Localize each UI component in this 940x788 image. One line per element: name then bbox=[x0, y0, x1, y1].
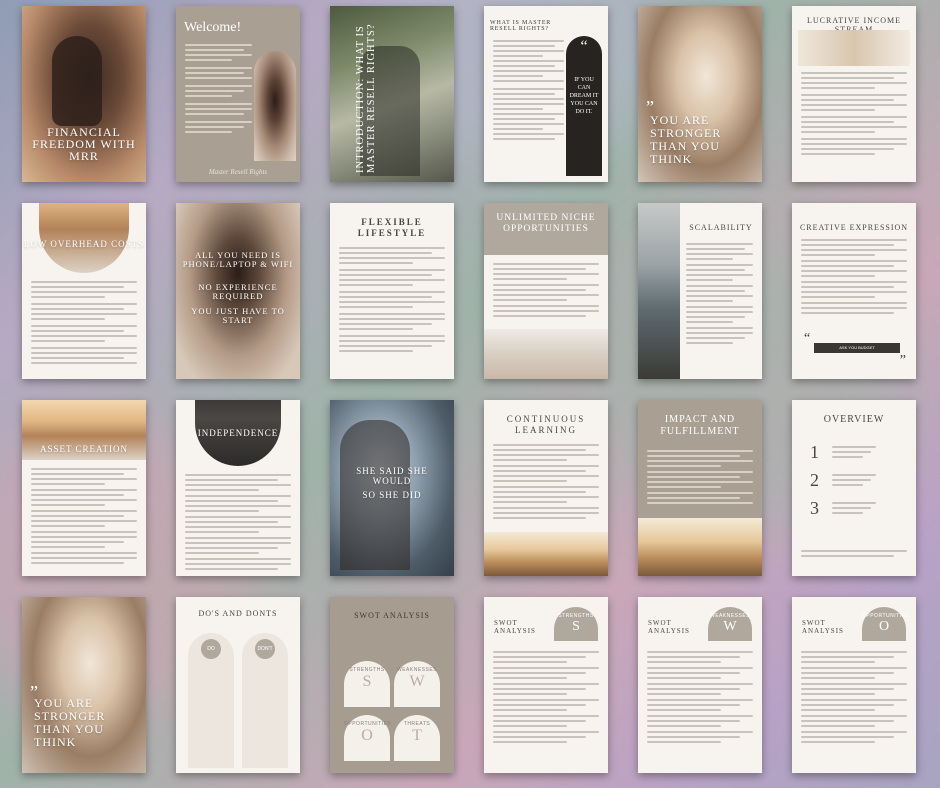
headline-1: ALL YOU NEED IS PHONE/LAPTOP & WIFI bbox=[182, 250, 294, 269]
page-title: SWOT ANALYSIS bbox=[354, 611, 430, 620]
circle-photo bbox=[39, 203, 129, 273]
page-title: SWOT ANALYSIS bbox=[802, 619, 844, 635]
page-continuous-learning[interactable]: CONTINUOUS LEARNING bbox=[484, 400, 608, 576]
dont-column: DON'T bbox=[242, 633, 288, 768]
page-title: FLEXIBLE LIFESTYLE bbox=[357, 217, 427, 238]
page-lucrative-income[interactable]: LUCRATIVE INCOME STREAM bbox=[792, 6, 916, 182]
page-title: SCALABILITY bbox=[689, 223, 753, 232]
do-column: DO bbox=[188, 633, 234, 768]
page-title: DO'S AND DONTS bbox=[198, 609, 278, 618]
body-text bbox=[493, 444, 599, 522]
page-independence[interactable]: INDEPENDENCE bbox=[176, 400, 300, 576]
page-swot-weaknesses[interactable]: SWOT ANALYSIS WEAKNESSES W bbox=[638, 597, 762, 773]
body-text bbox=[493, 263, 599, 320]
body-text bbox=[686, 243, 753, 347]
page-title: INTRODUCTION: WHAT IS MASTER RESELL RIGH… bbox=[355, 23, 377, 173]
side-photo bbox=[638, 203, 680, 379]
quote-close-icon: ” bbox=[899, 353, 906, 368]
headline-2: SO SHE DID bbox=[362, 490, 422, 500]
page-she-said[interactable]: SHE SAID SHE WOULD SO SHE DID bbox=[330, 400, 454, 576]
page-title: CONTINUOUS LEARNING bbox=[506, 414, 586, 435]
quote-text: IF YOU CAN DREAM IT YOU CAN DO IT. bbox=[569, 77, 599, 115]
step-text bbox=[832, 502, 876, 517]
page-all-you-need[interactable]: ALL YOU NEED IS PHONE/LAPTOP & WIFI NO E… bbox=[176, 203, 300, 379]
body-text bbox=[493, 40, 564, 143]
page-title: Welcome! bbox=[184, 20, 242, 35]
page-title: LOW OVERHEAD COSTS bbox=[23, 239, 145, 249]
page-grid: FINANCIAL FREEDOM WITH MRR Welcome! Mast… bbox=[22, 6, 916, 773]
page-swot-opportunities[interactable]: SWOT ANALYSIS OPPORTUNITIES O bbox=[792, 597, 916, 773]
body-text bbox=[801, 72, 907, 158]
do-badge: DO bbox=[201, 639, 221, 659]
page-title: OVERVIEW bbox=[823, 414, 885, 425]
section-badge: WEAKNESSES W bbox=[708, 607, 752, 641]
page-welcome[interactable]: Welcome! Master Resell Rights bbox=[176, 6, 300, 182]
step-number: 1 bbox=[810, 442, 819, 462]
body-text bbox=[647, 450, 753, 507]
section-badge: STRENGTHS S bbox=[554, 607, 598, 641]
page-unlimited-niche[interactable]: UNLIMITED NICHE OPPORTUNITIES bbox=[484, 203, 608, 379]
bed-photo bbox=[484, 329, 608, 379]
page-title: SWOT ANALYSIS bbox=[494, 619, 536, 635]
page-title: YOU ARE STRONGER THAN YOU THINK bbox=[650, 113, 722, 166]
page-title: WHAT IS MASTER RESELL RIGHTS? bbox=[490, 20, 552, 32]
body-text bbox=[31, 281, 137, 367]
footer-text bbox=[801, 550, 907, 560]
header-photo bbox=[798, 30, 910, 66]
field-photo bbox=[638, 518, 762, 576]
page-asset-creation[interactable]: ASSET CREATION bbox=[22, 400, 146, 576]
page-title: CREATIVE EXPRESSION bbox=[799, 223, 909, 232]
page-title: IMPACT AND FULFILLMENT bbox=[660, 414, 740, 437]
woman-silhouette bbox=[52, 36, 102, 126]
swot-opportunities: OPPORTUNITIES O bbox=[344, 715, 391, 761]
page-title: FINANCIAL FREEDOM WITH MRR bbox=[32, 125, 136, 163]
step-number: 2 bbox=[810, 470, 819, 490]
swot-threats: THREATS T bbox=[394, 715, 440, 761]
headline-3: YOU JUST HAVE TO START bbox=[191, 306, 285, 325]
body-text bbox=[801, 651, 907, 746]
page-introduction[interactable]: INTRODUCTION: WHAT IS MASTER RESELL RIGH… bbox=[330, 6, 454, 182]
page-financial-freedom[interactable]: FINANCIAL FREEDOM WITH MRR bbox=[22, 6, 146, 182]
page-title: SWOT ANALYSIS bbox=[648, 619, 690, 635]
headline-1: SHE SAID SHE WOULD bbox=[356, 466, 428, 486]
page-title: INDEPENDENCE bbox=[197, 428, 279, 438]
page-low-overhead[interactable]: LOW OVERHEAD COSTS bbox=[22, 203, 146, 379]
dont-badge: DON'T bbox=[255, 639, 275, 659]
body-text bbox=[801, 239, 907, 317]
step-text bbox=[832, 474, 876, 489]
page-scalability[interactable]: SCALABILITY bbox=[638, 203, 762, 379]
quote-icon: “ bbox=[580, 38, 588, 55]
body-text bbox=[185, 474, 291, 573]
page-what-is-mrr[interactable]: WHAT IS MASTER RESELL RIGHTS? “ IF YOU C… bbox=[484, 6, 608, 182]
page-you-are-stronger-2[interactable]: ” YOU ARE STRONGER THAN YOU THINK bbox=[22, 597, 146, 773]
body-text bbox=[185, 44, 252, 136]
footer-signature: Master Resell Rights bbox=[208, 168, 268, 176]
field-photo bbox=[484, 532, 608, 576]
arch-photo bbox=[254, 51, 296, 161]
page-dos-and-donts[interactable]: DO'S AND DONTS DO DON'T bbox=[176, 597, 300, 773]
body-text bbox=[31, 468, 137, 567]
page-impact-fulfillment[interactable]: IMPACT AND FULFILLMENT bbox=[638, 400, 762, 576]
page-overview[interactable]: OVERVIEW 1 2 3 bbox=[792, 400, 916, 576]
step-number: 3 bbox=[810, 498, 819, 518]
section-badge: OPPORTUNITIES O bbox=[862, 607, 909, 641]
body-text bbox=[339, 247, 445, 355]
page-you-are-stronger[interactable]: ” YOU ARE STRONGER THAN YOU THINK bbox=[638, 6, 762, 182]
page-title: UNLIMITED NICHE OPPORTUNITIES bbox=[496, 213, 596, 234]
body-text bbox=[647, 651, 753, 746]
page-title: ASSET CREATION bbox=[39, 444, 129, 454]
headline-2: NO EXPERIENCE REQUIRED bbox=[198, 282, 278, 301]
page-swot-grid[interactable]: SWOT ANALYSIS STRENGTHS S WEAKNESSES W O… bbox=[330, 597, 454, 773]
page-creative-expression[interactable]: CREATIVE EXPRESSION “ ASK YOU BUDGET ” bbox=[792, 203, 916, 379]
swot-strengths: STRENGTHS S bbox=[344, 661, 390, 707]
budget-button[interactable]: ASK YOU BUDGET bbox=[814, 343, 900, 353]
quote-panel: “ IF YOU CAN DREAM IT YOU CAN DO IT. bbox=[566, 36, 602, 176]
page-flexible-lifestyle[interactable]: FLEXIBLE LIFESTYLE bbox=[330, 203, 454, 379]
body-text bbox=[493, 651, 599, 746]
step-text bbox=[832, 446, 876, 461]
page-title: YOU ARE STRONGER THAN YOU THINK bbox=[34, 696, 106, 749]
swot-weaknesses: WEAKNESSES W bbox=[394, 661, 440, 707]
page-swot-strengths[interactable]: SWOT ANALYSIS STRENGTHS S bbox=[484, 597, 608, 773]
quote-open-icon: “ bbox=[804, 331, 811, 346]
